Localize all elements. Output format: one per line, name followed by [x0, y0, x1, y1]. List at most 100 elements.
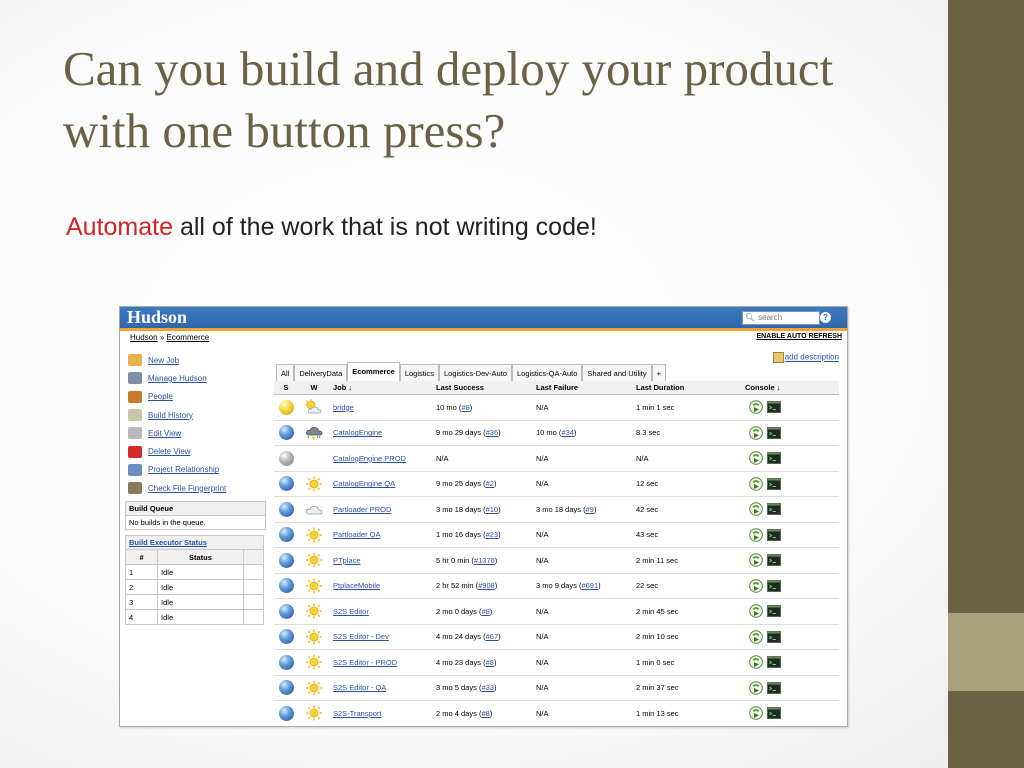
last-failure-text: N/A: [536, 555, 549, 565]
tab-all[interactable]: All: [276, 364, 295, 382]
console-terminal-icon[interactable]: [767, 706, 781, 720]
job-row: S2S Editor - PROD 4 mo 23 days (#8) N/A 1 m…: [274, 649, 839, 676]
job-link[interactable]: S2S-Transport: [333, 709, 382, 718]
last-failure-build-link[interactable]: #691: [581, 581, 598, 590]
task-item[interactable]: New Job: [128, 351, 258, 369]
console-terminal-icon[interactable]: [767, 630, 781, 644]
enable-auto-refresh-link[interactable]: ENABLE AUTO REFRESH: [756, 333, 842, 340]
tab-shared-and-utility[interactable]: Shared and Utility: [582, 364, 652, 382]
tab-logistics[interactable]: Logistics: [399, 364, 439, 382]
task-link[interactable]: Edit View: [148, 429, 181, 438]
console-terminal-icon[interactable]: [767, 451, 781, 465]
schedule-build-icon[interactable]: [749, 706, 763, 721]
col-last-success[interactable]: Last Success: [433, 381, 533, 395]
tab-ecommerce[interactable]: Ecommerce: [347, 362, 400, 382]
add-description-link[interactable]: add description: [772, 352, 839, 363]
console-terminal-icon[interactable]: [767, 528, 781, 542]
job-link[interactable]: bridge: [333, 403, 354, 412]
job-link[interactable]: S2S Editor - QA: [333, 683, 386, 692]
last-success-close: ): [494, 581, 498, 591]
task-link[interactable]: Check File Fingerprint: [148, 484, 226, 493]
job-link[interactable]: PTplace: [333, 556, 361, 565]
last-success-build-link[interactable]: #36: [486, 428, 499, 437]
task-link[interactable]: New Job: [148, 356, 179, 365]
schedule-build-icon[interactable]: [749, 425, 763, 440]
schedule-build-icon[interactable]: [749, 604, 763, 619]
last-success-build-link[interactable]: #23: [486, 530, 499, 539]
col-status[interactable]: S: [274, 381, 298, 395]
task-link[interactable]: Build History: [148, 411, 193, 420]
last-success-build-link[interactable]: #67: [486, 632, 499, 641]
console-terminal-icon[interactable]: [767, 553, 781, 567]
breadcrumb-home[interactable]: Hudson: [130, 333, 158, 342]
last-success-build-link[interactable]: #908: [478, 581, 495, 590]
last-success-build-link[interactable]: #8: [481, 607, 489, 616]
console-terminal-icon[interactable]: [767, 655, 781, 669]
col-console[interactable]: Console ↓: [742, 381, 839, 395]
schedule-build-icon[interactable]: [749, 553, 763, 568]
last-success-build-link[interactable]: #8: [486, 658, 494, 667]
job-link[interactable]: PtplaceMobile: [333, 581, 380, 590]
executor-status-title[interactable]: Build Executor Status: [125, 535, 264, 549]
breadcrumb-current[interactable]: Ecommerce: [167, 333, 210, 342]
col-last-duration[interactable]: Last Duration: [633, 381, 742, 395]
last-success-build-link[interactable]: #2: [486, 479, 494, 488]
task-link[interactable]: People: [148, 392, 173, 401]
last-success-build-link[interactable]: #8: [481, 709, 489, 718]
console-terminal-icon[interactable]: [767, 426, 781, 440]
job-link[interactable]: S2S Editor: [333, 607, 369, 616]
console-terminal-icon[interactable]: [767, 477, 781, 491]
job-link[interactable]: S2S Editor - PROD: [333, 658, 397, 667]
task-item[interactable]: Edit View: [128, 424, 258, 442]
last-success-build-link[interactable]: #10: [486, 505, 499, 514]
job-link[interactable]: CatalogEngine: [333, 428, 382, 437]
schedule-build-icon[interactable]: [749, 680, 763, 695]
col-last-failure[interactable]: Last Failure: [533, 381, 633, 395]
schedule-build-icon[interactable]: [749, 527, 763, 542]
console-terminal-icon[interactable]: [767, 579, 781, 593]
console-terminal-icon[interactable]: [767, 604, 781, 618]
task-link[interactable]: Project Relationship: [148, 465, 219, 474]
last-failure-text: 10 mo (: [536, 428, 562, 438]
schedule-build-icon[interactable]: [749, 502, 763, 517]
help-icon[interactable]: ?: [820, 312, 831, 323]
tab-add[interactable]: +: [651, 364, 666, 382]
last-success-build-link[interactable]: #1376: [474, 556, 495, 565]
schedule-build-icon[interactable]: [749, 400, 763, 415]
col-job[interactable]: Job ↓: [330, 381, 433, 395]
hudson-logo[interactable]: Hudson: [127, 307, 187, 328]
last-failure-build-link[interactable]: #34: [561, 428, 574, 437]
last-failure-build-link[interactable]: #9: [586, 505, 594, 514]
tab-logistics-dev-auto[interactable]: Logistics-Dev-Auto: [439, 364, 512, 382]
search-input[interactable]: 🔍︎ search: [742, 311, 820, 325]
job-link[interactable]: Partloader PROD: [333, 505, 391, 514]
schedule-build-icon[interactable]: [749, 578, 763, 593]
job-link[interactable]: Partloader QA: [333, 530, 381, 539]
tab-logistics-qa-auto[interactable]: Logistics-QA-Auto: [511, 364, 583, 382]
col-weather[interactable]: W: [298, 381, 330, 395]
schedule-build-icon[interactable]: [749, 629, 763, 644]
console-terminal-icon[interactable]: [767, 400, 781, 414]
schedule-build-icon[interactable]: [749, 655, 763, 670]
console-terminal-icon[interactable]: [767, 502, 781, 516]
task-item[interactable]: Check File Fingerprint: [128, 479, 258, 497]
job-link[interactable]: S2S Editor - Dev: [333, 632, 389, 641]
schedule-build-icon[interactable]: [749, 451, 763, 466]
hudson-header: Hudson 🔍︎ search ?: [120, 307, 847, 331]
console-terminal-icon[interactable]: [767, 681, 781, 695]
last-failure-cell: N/A: [533, 624, 633, 650]
last-success-build-link[interactable]: #33: [481, 683, 494, 692]
last-duration-cell: N/A: [633, 445, 742, 472]
schedule-build-icon[interactable]: [749, 476, 763, 491]
job-link[interactable]: CatalogEngine QA: [333, 479, 395, 488]
task-item[interactable]: People: [128, 388, 258, 406]
task-link[interactable]: Manage Hudson: [148, 374, 207, 383]
task-item[interactable]: Project Relationship: [128, 461, 258, 479]
tab-deliverydata[interactable]: DeliveryData: [294, 364, 348, 382]
task-link[interactable]: Delete View: [148, 447, 191, 456]
last-success-build-link[interactable]: #8: [461, 403, 469, 412]
task-item[interactable]: Manage Hudson: [128, 369, 258, 387]
task-item[interactable]: Build History: [128, 406, 258, 424]
task-item[interactable]: Delete View: [128, 442, 258, 460]
job-link[interactable]: CatalogEngine PROD: [333, 454, 406, 463]
